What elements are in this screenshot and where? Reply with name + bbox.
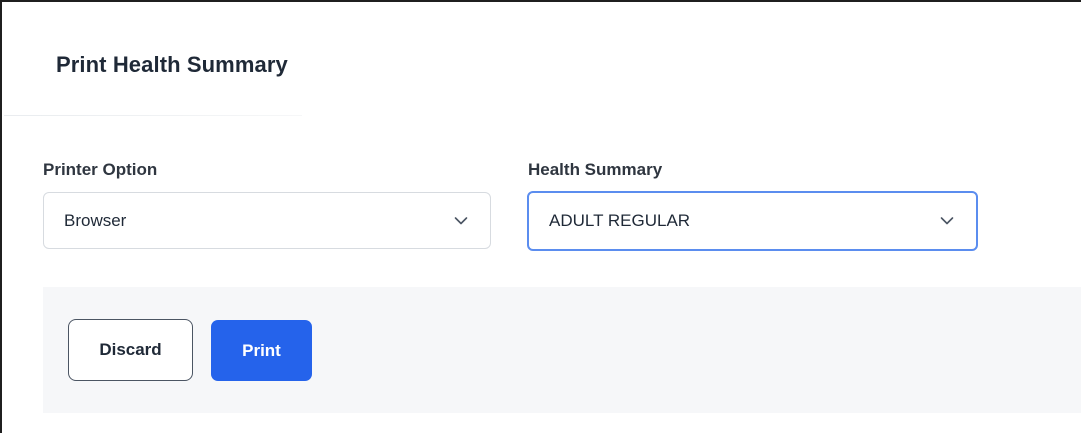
- health-summary-value: ADULT REGULAR: [549, 211, 691, 230]
- discard-button[interactable]: Discard: [68, 319, 193, 381]
- dialog-title: Print Health Summary: [56, 52, 288, 77]
- health-summary-label: Health Summary: [528, 160, 663, 179]
- printer-option-label: Printer Option: [43, 160, 158, 179]
- printer-option-value: Browser: [64, 210, 127, 230]
- print-button[interactable]: Print: [211, 320, 312, 381]
- dialog-header: Print Health Summary: [4, 4, 1081, 114]
- chevron-down-icon: [940, 217, 954, 225]
- health-summary-select[interactable]: ADULT REGULAR: [527, 191, 978, 251]
- printer-option-select[interactable]: Browser: [43, 192, 491, 249]
- dialog-footer: Discard Print: [43, 287, 1081, 413]
- print-health-summary-dialog: Print Health Summary Printer Option Brow…: [0, 0, 1081, 433]
- header-divider: [4, 115, 302, 116]
- chevron-down-icon: [454, 216, 468, 224]
